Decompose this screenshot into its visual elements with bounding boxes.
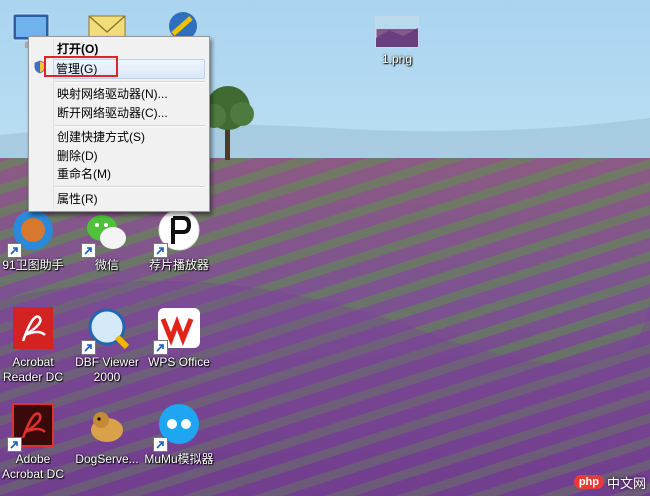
menu-separator [55, 81, 205, 83]
icon-label: 微信 [94, 258, 119, 272]
menu-item-delete[interactable]: 删除(D) [55, 147, 205, 165]
shortcut-arrow-icon [81, 243, 96, 258]
watermark-logo: php [573, 475, 604, 489]
desktop-icon-adobe-acrobat[interactable]: Adobe Acrobat DC [0, 402, 70, 482]
shortcut-arrow-icon [81, 340, 96, 355]
shortcut-arrow-icon [7, 243, 22, 258]
desktop-icon-wechat[interactable]: 微信 [70, 208, 144, 273]
menu-separator [55, 125, 205, 127]
dbf-viewer-icon [81, 305, 131, 355]
desktop[interactable]: 1.png 91卫图助手 微信 荐片播放器 Acrobat Reader DC … [0, 0, 650, 496]
dog-icon [83, 402, 131, 450]
watermark: php 中文网 [573, 472, 646, 492]
menu-item-disconnect-network-drive[interactable]: 断开网络驱动器(C)... [55, 104, 205, 122]
icon-label: Adobe Acrobat DC [1, 452, 65, 481]
wps-office-icon [153, 305, 203, 355]
icon-label: Acrobat Reader DC [2, 355, 64, 384]
desktop-icon-dogserver[interactable]: DogServe... [70, 402, 144, 467]
desktop-icon-dbf-viewer[interactable]: DBF Viewer 2000 [70, 305, 144, 385]
icon-label: 1.png [381, 52, 413, 66]
shortcut-arrow-icon [153, 437, 168, 452]
desktop-icon-acrobat-reader[interactable]: Acrobat Reader DC [0, 305, 70, 385]
icon-label: WPS Office [148, 355, 210, 369]
shortcut-arrow-icon [153, 340, 168, 355]
mumu-icon [153, 402, 203, 452]
icon-label: MuMu模拟器 [144, 452, 214, 466]
desktop-icon-mumu[interactable]: MuMu模拟器 [142, 402, 216, 467]
icon-label: 91卫图助手 [2, 258, 64, 272]
icon-label: DogServe... [75, 452, 139, 466]
shortcut-arrow-icon [7, 437, 22, 452]
desktop-icon-91-helper[interactable]: 91卫图助手 [0, 208, 70, 273]
image-file-icon [375, 14, 419, 50]
adobe-acrobat-icon [7, 402, 57, 452]
player-icon [153, 208, 203, 258]
desktop-icon-wps-office[interactable]: WPS Office [142, 305, 216, 370]
menu-separator [55, 186, 205, 188]
icon-label: DBF Viewer 2000 [75, 355, 139, 384]
icon-label: 荐片播放器 [148, 258, 209, 272]
helper-app-icon [7, 208, 57, 258]
menu-item-properties[interactable]: 属性(R) [55, 190, 205, 208]
menu-item-rename[interactable]: 重命名(M) [55, 165, 205, 183]
desktop-icon-png-file[interactable]: 1.png [360, 14, 434, 67]
menu-item-map-network-drive[interactable]: 映射网络驱动器(N)... [55, 85, 205, 103]
acrobat-reader-icon [9, 305, 57, 353]
watermark-text: 中文网 [606, 475, 646, 491]
wechat-icon [81, 208, 131, 258]
annotation-highlight-box [44, 56, 118, 77]
desktop-icon-player[interactable]: 荐片播放器 [142, 208, 216, 273]
menu-item-create-shortcut[interactable]: 创建快捷方式(S) [55, 128, 205, 146]
shortcut-arrow-icon [153, 243, 168, 258]
